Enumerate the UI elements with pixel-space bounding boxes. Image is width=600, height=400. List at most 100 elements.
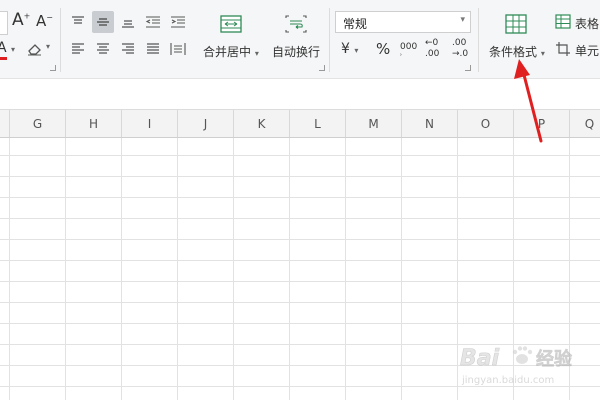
align-bottom-icon [122,20,134,28]
alignment-settings-launcher-icon[interactable] [319,65,325,71]
increase-decimal-bottom: .00 [425,49,440,59]
grid-line [457,138,458,400]
merge-center-icon[interactable] [220,15,242,33]
decrease-indent-icon [145,16,160,28]
column-header-k[interactable]: K [234,110,290,137]
grid-line [121,138,122,400]
currency-symbol: ¥ [341,41,350,57]
cell-style-label: 单元 [575,44,600,58]
thousands-separator-button[interactable]: 000 ˒ [400,42,418,59]
grid-line [0,239,600,240]
column-header-h[interactable]: H [66,110,122,137]
decrease-decimal-top: .00 [452,38,467,48]
paw-icon [512,346,533,364]
decrease-indent-button[interactable] [142,11,164,33]
grid-line [0,260,600,261]
font-color-dropdown-icon[interactable]: ▾ [11,45,15,54]
grid-line [345,138,346,400]
clear-format-dropdown-icon[interactable]: ▾ [46,42,50,51]
separator [478,8,479,72]
column-header-j[interactable]: J [178,110,234,137]
grid-line [401,138,402,400]
merge-center-button[interactable]: 合并居中 ▾ [203,43,259,60]
column-header-n[interactable]: N [402,110,458,137]
justify-icon [147,43,159,54]
merge-center-dropdown-icon[interactable]: ▾ [255,49,259,58]
eraser-icon [28,44,41,56]
decrease-decimal-button[interactable]: .00 →.0 [452,38,468,60]
watermark-brand: Bai [460,346,500,371]
percent-symbol: % [376,40,391,58]
merge-center-label: 合并居中 [203,45,252,59]
grid-line [9,138,10,400]
align-center-button[interactable] [92,38,114,60]
grid-line [0,176,600,177]
font-color-bar [0,57,7,60]
column-header-l[interactable]: L [290,110,346,137]
column-header-partial[interactable] [0,110,10,137]
table-style-icon[interactable] [555,14,571,29]
align-right-icon [122,43,134,54]
column-header-m[interactable]: M [346,110,402,137]
align-top-icon [72,16,84,24]
wrap-text-icon[interactable] [285,15,307,33]
currency-dropdown-icon[interactable]: ▾ [354,46,358,55]
font-color-label: A [0,40,7,56]
align-left-button[interactable] [67,38,89,60]
table-style-label: 表格 [575,17,600,31]
align-middle-icon [97,18,109,26]
wrap-text-button[interactable]: 自动换行 [272,43,320,60]
column-header-i[interactable]: I [122,110,178,137]
increase-indent-button[interactable] [167,11,189,33]
wrap-text-label: 自动换行 [272,45,321,59]
font-name-box-edge[interactable] [0,11,8,35]
percent-format-button[interactable]: % [376,40,390,58]
grid-line [0,218,600,219]
increase-decimal-button[interactable]: ←0 .00 [425,38,439,60]
grid-line [177,138,178,400]
clear-format-button[interactable] [24,38,46,60]
thousands-label: 000 [400,42,418,52]
grid-line [0,155,600,156]
align-left-icon [72,43,84,54]
font-settings-launcher-icon[interactable] [50,65,56,71]
grid-line [0,197,600,198]
grid-line [289,138,290,400]
align-right-button[interactable] [117,38,139,60]
cell-style-icon[interactable] [555,41,571,57]
column-header-g[interactable]: G [10,110,66,137]
distributed-align-icon [170,43,186,55]
justify-button[interactable] [142,38,164,60]
grid-line [65,138,66,400]
annotation-arrow-icon [514,59,543,143]
number-settings-launcher-icon[interactable] [465,65,471,71]
shrink-font-button[interactable]: A− [36,12,53,30]
shrink-font-label: A [36,12,47,30]
decrease-decimal-bottom: →.0 [452,49,469,59]
chevron-down-icon: ▾ [460,15,465,25]
baidu-watermark: Bai 经验 jingyan.baidu.com [460,340,595,390]
align-middle-button[interactable] [92,11,114,33]
grid-line [233,138,234,400]
grow-font-label: A [12,10,24,30]
cell-style-button[interactable]: 单元 [575,42,599,59]
conditional-format-icon[interactable] [505,14,527,34]
grow-font-button[interactable]: A+ [12,10,30,30]
align-top-button[interactable] [67,11,89,33]
separator [60,8,61,72]
number-format-select[interactable]: 常规 ▾ [335,11,471,33]
distributed-align-button[interactable] [167,38,189,60]
watermark-url: jingyan.baidu.com [461,375,554,386]
currency-format-button[interactable]: ¥ ▾ [341,41,358,57]
watermark-suffix: 经验 [536,348,573,370]
grid-line [0,323,600,324]
column-header-q[interactable]: Q [570,110,600,137]
grid-line [0,302,600,303]
grid-line [0,281,600,282]
separator [329,8,330,72]
font-color-button[interactable]: A ▾ [0,40,15,56]
increase-indent-icon [171,16,185,28]
align-bottom-button[interactable] [117,11,139,33]
table-style-button[interactable]: 表格 [575,15,599,32]
number-format-value: 常规 [343,17,368,31]
